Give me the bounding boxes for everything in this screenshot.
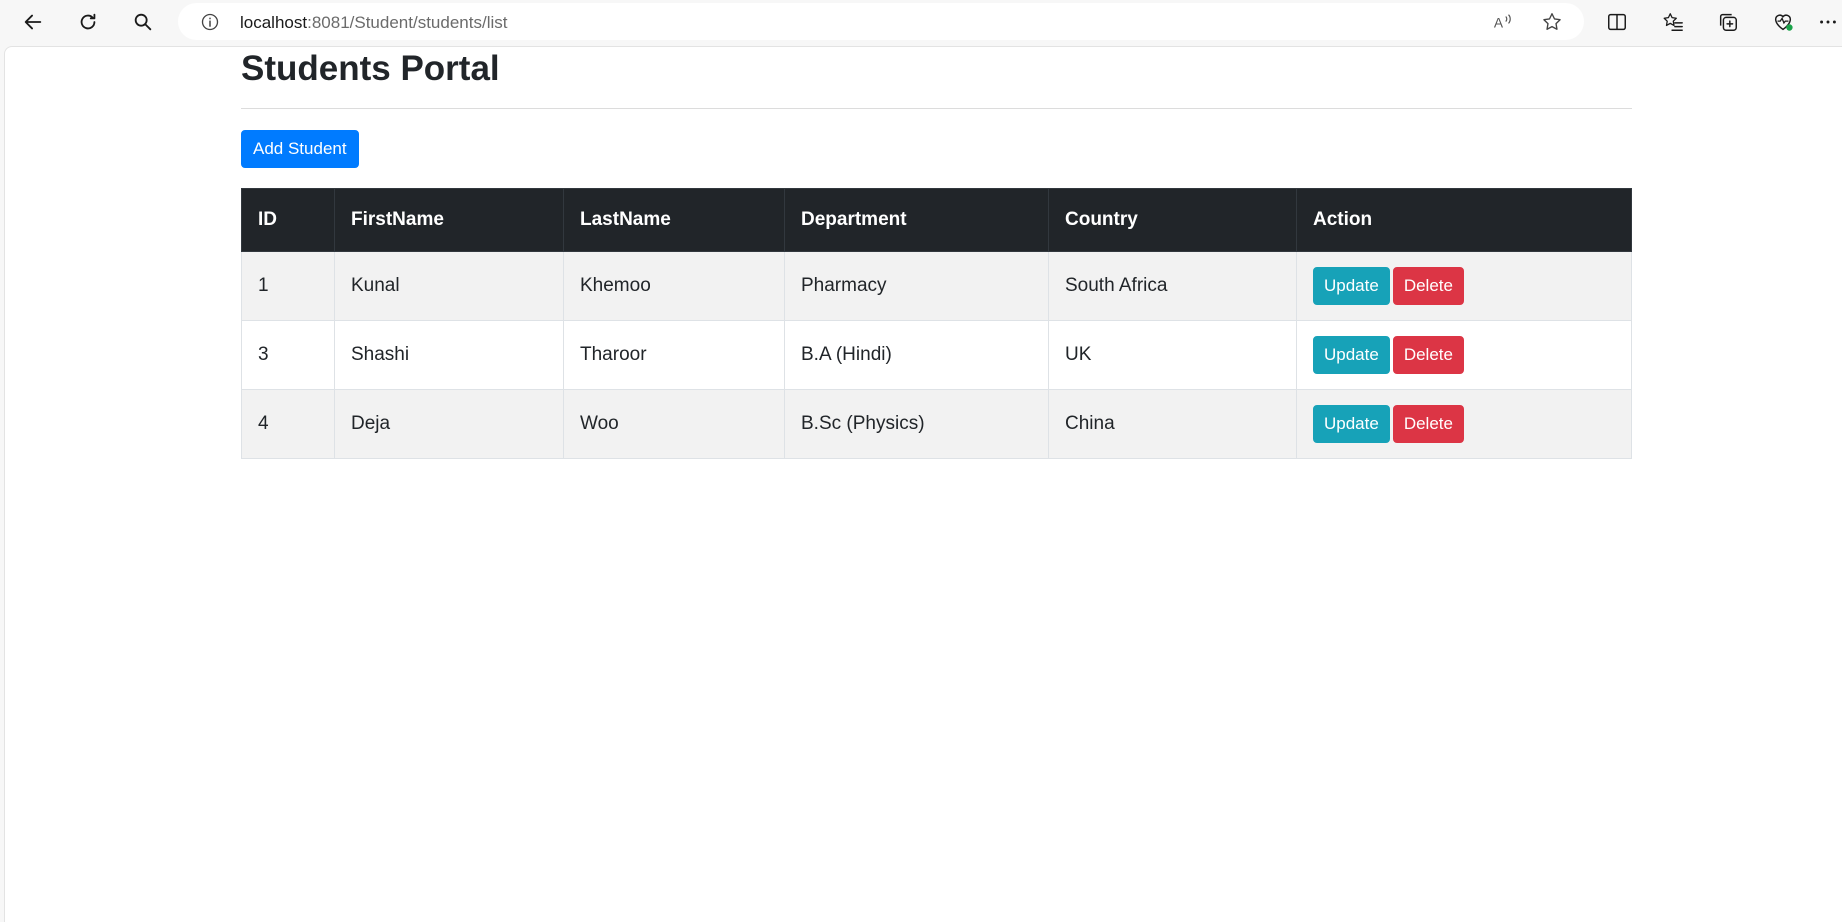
table-row: 3 Shashi Tharoor B.A (Hindi) UK Update De… xyxy=(241,320,1632,390)
split-screen-button[interactable] xyxy=(1603,8,1631,36)
update-button[interactable]: Update xyxy=(1313,267,1390,305)
cell-action: Update Delete xyxy=(1296,251,1632,321)
more-menu-button[interactable] xyxy=(1814,8,1842,36)
header-department: Department xyxy=(784,188,1049,252)
refresh-icon xyxy=(80,13,96,30)
page-title: Students Portal xyxy=(241,49,500,88)
cell-id: 3 xyxy=(241,320,335,390)
update-button[interactable]: Update xyxy=(1313,405,1390,443)
info-icon[interactable] xyxy=(200,12,220,32)
cell-action: Update Delete xyxy=(1296,389,1632,459)
cell-firstname: Shashi xyxy=(334,320,564,390)
header-id: ID xyxy=(241,188,335,252)
arrow-left-icon xyxy=(24,14,42,30)
cell-id: 4 xyxy=(241,389,335,459)
cell-country: UK xyxy=(1048,320,1297,390)
add-student-button[interactable]: Add Student xyxy=(241,130,359,168)
cell-firstname: Deja xyxy=(334,389,564,459)
heart-pulse-icon xyxy=(1774,14,1793,31)
cell-department: B.Sc (Physics) xyxy=(784,389,1049,459)
cell-country: China xyxy=(1048,389,1297,459)
browser-essentials-button[interactable] xyxy=(1769,8,1797,36)
cell-firstname: Kunal xyxy=(334,251,564,321)
header-action: Action xyxy=(1296,188,1632,252)
update-button[interactable]: Update xyxy=(1313,336,1390,374)
cell-lastname: Woo xyxy=(563,389,785,459)
search-button[interactable] xyxy=(127,6,159,38)
table-header-row: ID FirstName LastName Department Country… xyxy=(241,188,1632,252)
collections-button[interactable] xyxy=(1714,8,1742,36)
table-row: 1 Kunal Khemoo Pharmacy South Africa Upd… xyxy=(241,251,1632,321)
table-row: 4 Deja Woo B.Sc (Physics) China Update De… xyxy=(241,389,1632,459)
collections-icon xyxy=(1719,13,1737,31)
cell-id: 1 xyxy=(241,251,335,321)
header-lastname: LastName xyxy=(563,188,785,252)
cell-action: Update Delete xyxy=(1296,320,1632,390)
favorite-star-icon[interactable] xyxy=(1541,11,1563,33)
browser-toolbar: localhost:8081/Student/students/list A xyxy=(0,0,1842,44)
header-country: Country xyxy=(1048,188,1297,252)
title-divider xyxy=(241,108,1632,109)
header-firstname: FirstName xyxy=(334,188,564,252)
favorites-button[interactable] xyxy=(1659,8,1687,36)
cell-lastname: Tharoor xyxy=(563,320,785,390)
url-text: localhost:8081/Student/students/list xyxy=(240,13,508,32)
read-aloud-icon[interactable]: A xyxy=(1492,11,1514,33)
search-icon xyxy=(134,13,152,31)
cell-lastname: Khemoo xyxy=(563,251,785,321)
back-button[interactable] xyxy=(17,6,49,38)
favorites-list-icon xyxy=(1663,13,1683,31)
cell-country: South Africa xyxy=(1048,251,1297,321)
delete-button[interactable]: Delete xyxy=(1392,267,1464,305)
refresh-button[interactable] xyxy=(72,6,104,38)
cell-department: B.A (Hindi) xyxy=(784,320,1049,390)
more-dots-icon xyxy=(1820,20,1836,24)
students-table: ID FirstName LastName Department Country… xyxy=(241,188,1632,459)
delete-button[interactable]: Delete xyxy=(1392,405,1464,443)
svg-text:A: A xyxy=(1494,16,1504,31)
page-viewport: Students Portal Add Student ID FirstName… xyxy=(4,46,1842,922)
cell-department: Pharmacy xyxy=(784,251,1049,321)
delete-button[interactable]: Delete xyxy=(1392,336,1464,374)
address-bar[interactable]: localhost:8081/Student/students/list A xyxy=(178,3,1584,40)
split-screen-icon xyxy=(1608,13,1626,31)
